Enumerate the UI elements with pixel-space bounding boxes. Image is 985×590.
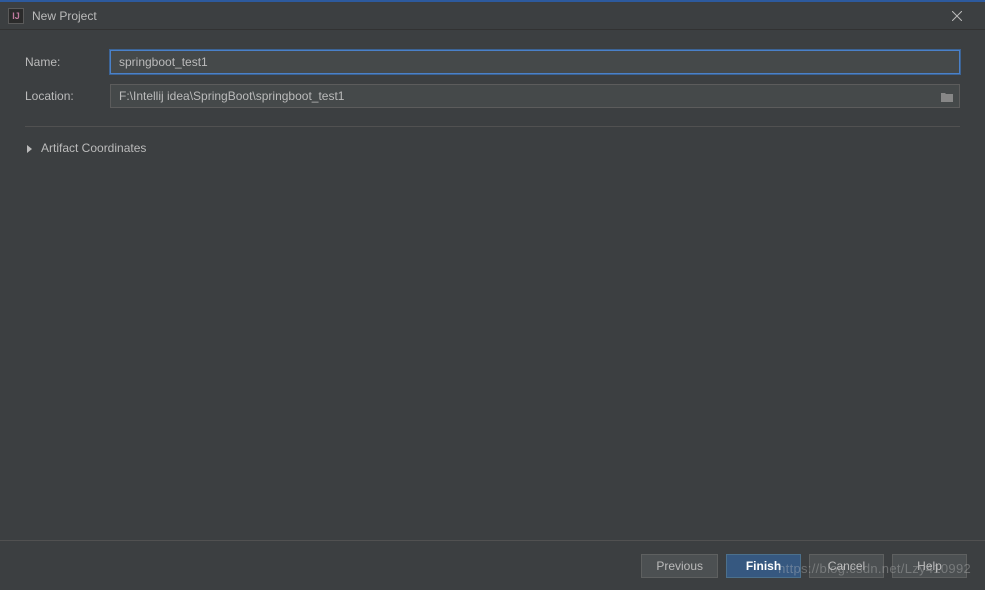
- previous-button[interactable]: Previous: [641, 554, 718, 578]
- finish-button[interactable]: Finish: [726, 554, 801, 578]
- folder-icon: [940, 91, 954, 103]
- name-row: Name:: [25, 50, 960, 74]
- location-row: Location:: [25, 84, 960, 108]
- titlebar: IJ New Project: [0, 0, 985, 30]
- help-button[interactable]: Help: [892, 554, 967, 578]
- name-input-wrap: [110, 50, 960, 74]
- cancel-button[interactable]: Cancel: [809, 554, 884, 578]
- close-icon: [952, 11, 962, 21]
- location-input-wrap: [110, 84, 960, 108]
- artifact-coordinates-toggle[interactable]: Artifact Coordinates: [25, 139, 960, 157]
- artifact-coordinates-label: Artifact Coordinates: [41, 141, 146, 155]
- separator: [25, 126, 960, 127]
- content-area: Name: Location: Artifact Coordinates: [0, 30, 985, 157]
- footer: Previous Finish Cancel Help: [0, 540, 985, 590]
- name-label: Name:: [25, 55, 110, 69]
- close-button[interactable]: [937, 2, 977, 30]
- window-title: New Project: [32, 9, 937, 23]
- location-label: Location:: [25, 89, 110, 103]
- location-input[interactable]: [110, 84, 960, 108]
- app-icon: IJ: [8, 8, 24, 24]
- chevron-right-icon: [25, 143, 35, 153]
- browse-folder-button[interactable]: [940, 90, 954, 102]
- name-input[interactable]: [110, 50, 960, 74]
